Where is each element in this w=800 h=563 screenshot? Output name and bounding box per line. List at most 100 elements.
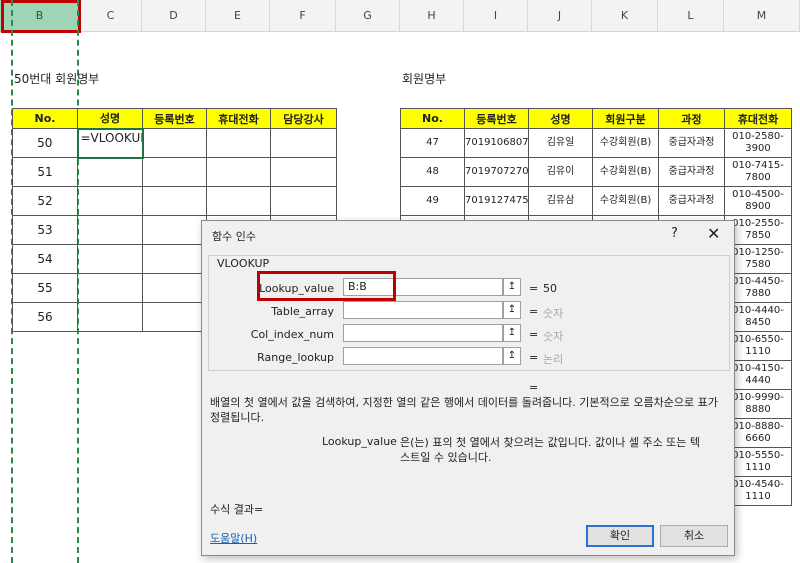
dialog-title: 함수 인수: [212, 230, 256, 243]
cell[interactable]: [142, 186, 207, 216]
collapse-dialog-icon[interactable]: ↥: [503, 278, 521, 296]
collapse-dialog-icon[interactable]: ↥: [503, 301, 521, 319]
cell[interactable]: [142, 273, 207, 303]
cell-member-type[interactable]: 수강회원(B): [592, 128, 659, 158]
cell[interactable]: [206, 128, 271, 158]
header-name[interactable]: 성명: [528, 108, 593, 129]
col-index-num-input[interactable]: [343, 324, 503, 342]
cell[interactable]: [206, 157, 271, 187]
table-row: 49 7019127475 김유삼 수강회원(B) 중급자과정 010-4500-8900: [400, 186, 792, 216]
cell[interactable]: [142, 157, 207, 187]
cell-reg-number[interactable]: 7019106807: [464, 128, 529, 158]
active-formula-cell[interactable]: =VLOOKUP(B:B: [76, 127, 144, 159]
cell-no[interactable]: 49: [400, 186, 465, 216]
cell-no[interactable]: 50: [12, 128, 78, 158]
cell-mobile[interactable]: 010-2580-3900: [724, 128, 792, 158]
cell[interactable]: [77, 157, 143, 187]
function-description: 배열의 첫 열에서 값을 검색하여, 지정한 열의 같은 행에서 데이터를 돌려…: [210, 396, 718, 424]
column-header-g[interactable]: G: [336, 0, 400, 32]
range-lookup-input[interactable]: [343, 347, 503, 365]
cell-mobile[interactable]: 010-7415-7800: [724, 157, 792, 187]
cell-reg-number[interactable]: 7019127475: [464, 186, 529, 216]
header-no[interactable]: No.: [12, 108, 78, 129]
collapse-dialog-icon[interactable]: ↥: [503, 347, 521, 365]
cell[interactable]: [142, 128, 207, 158]
cell-no[interactable]: 51: [12, 157, 78, 187]
lookup-value-highlight: [257, 271, 396, 301]
equals-sign: =: [529, 282, 539, 295]
header-instructor[interactable]: 담당강사: [270, 108, 337, 129]
cell-no[interactable]: 47: [400, 128, 465, 158]
table-row: 47 7019106807 김유일 수강회원(B) 중급자과정 010-2580-3900: [400, 128, 792, 158]
cell-member-type[interactable]: 수강회원(B): [592, 186, 659, 216]
cell[interactable]: [77, 244, 143, 274]
cell[interactable]: [142, 244, 207, 274]
cell[interactable]: [77, 302, 143, 332]
cell[interactable]: [77, 273, 143, 303]
cell-name[interactable]: 김유일: [528, 128, 593, 158]
cell-no[interactable]: 53: [12, 215, 78, 245]
range-lookup-hint: 논리: [543, 353, 564, 366]
header-mobile[interactable]: 휴대전화: [724, 108, 792, 129]
right-sheet-title: 회원명부: [402, 72, 447, 86]
cell[interactable]: [77, 186, 143, 216]
column-header-c[interactable]: C: [80, 0, 142, 32]
cell-mobile[interactable]: 010-4500-8900: [724, 186, 792, 216]
column-header-e[interactable]: E: [206, 0, 270, 32]
table-array-input[interactable]: [343, 301, 503, 319]
cell[interactable]: [142, 215, 207, 245]
cell[interactable]: [142, 302, 207, 332]
column-header-k[interactable]: K: [592, 0, 658, 32]
lookup-value-result: 50: [543, 282, 557, 295]
cell-reg-number[interactable]: 7019707270: [464, 157, 529, 187]
column-header-i[interactable]: I: [464, 0, 528, 32]
cell-no[interactable]: 56: [12, 302, 78, 332]
cell-no[interactable]: 48: [400, 157, 465, 187]
cell[interactable]: [206, 186, 271, 216]
header-mobile[interactable]: 휴대전화: [206, 108, 271, 129]
right-table-header-row: No. 등록번호 성명 회원구분 과정 휴대전화: [400, 108, 792, 129]
function-result-equals: =: [529, 381, 539, 394]
cell-no[interactable]: 54: [12, 244, 78, 274]
arg-label-table-array: Table_array: [271, 305, 334, 318]
header-reg-number[interactable]: 등록번호: [464, 108, 529, 129]
cell-member-type[interactable]: 수강회원(B): [592, 157, 659, 187]
cell-course[interactable]: 중급자과정: [658, 128, 725, 158]
cell[interactable]: [270, 157, 337, 187]
column-header-f[interactable]: F: [270, 0, 336, 32]
cell[interactable]: [270, 186, 337, 216]
column-header-d[interactable]: D: [142, 0, 206, 32]
argument-description-name: Lookup_value: [322, 435, 397, 448]
col-index-num-hint: 숫자: [543, 330, 564, 343]
cell-course[interactable]: 중급자과정: [658, 186, 725, 216]
cell-course[interactable]: 중급자과정: [658, 157, 725, 187]
cell-no[interactable]: 55: [12, 273, 78, 303]
cell-name[interactable]: 김유삼: [528, 186, 593, 216]
left-sheet-title: 50번대 회원명부: [14, 72, 100, 86]
header-name[interactable]: 성명: [77, 108, 143, 129]
cell[interactable]: [270, 128, 337, 158]
equals-sign: =: [529, 328, 539, 341]
help-icon[interactable]: ?: [671, 226, 678, 241]
cell[interactable]: [77, 215, 143, 245]
cell-name[interactable]: 김유이: [528, 157, 593, 187]
header-reg-number[interactable]: 등록번호: [142, 108, 207, 129]
close-icon[interactable]: ✕: [707, 224, 720, 243]
header-no[interactable]: No.: [400, 108, 465, 129]
header-member-type[interactable]: 회원구분: [592, 108, 659, 129]
arg-label-col-index-num: Col_index_num: [250, 328, 334, 341]
column-header-h[interactable]: H: [400, 0, 464, 32]
column-header-m[interactable]: M: [724, 0, 800, 32]
function-name: VLOOKUP: [215, 257, 272, 270]
arg-label-range-lookup: Range_lookup: [257, 351, 334, 364]
column-header-j[interactable]: J: [528, 0, 592, 32]
header-course[interactable]: 과정: [658, 108, 725, 129]
ok-button[interactable]: 확인: [586, 525, 654, 547]
cancel-button[interactable]: 취소: [660, 525, 728, 547]
help-link[interactable]: 도움말(H): [210, 530, 257, 546]
cell-no[interactable]: 52: [12, 186, 78, 216]
table-row: 51: [12, 157, 337, 187]
column-header-l[interactable]: L: [658, 0, 724, 32]
collapse-dialog-icon[interactable]: ↥: [503, 324, 521, 342]
column-b-highlight: [1, 0, 81, 33]
